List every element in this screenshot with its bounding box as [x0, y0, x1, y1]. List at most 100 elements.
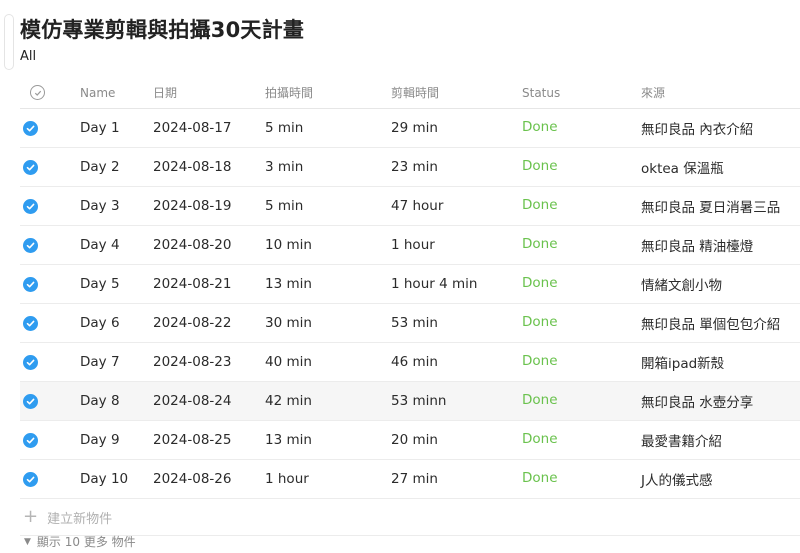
table-row[interactable]: Day 9 2024-08-25 13 min 20 min Done 最愛書籍介紹: [20, 421, 800, 460]
row-name[interactable]: Day 1: [80, 120, 120, 136]
status-badge[interactable]: Done: [522, 431, 558, 447]
row-checkbox[interactable]: [23, 237, 38, 253]
row-shoot-time[interactable]: 10 min: [265, 237, 312, 253]
row-edit-time[interactable]: 1 hour: [391, 237, 435, 253]
row-source[interactable]: 無印良品 精油檯燈: [641, 235, 753, 255]
row-shoot-time[interactable]: 5 min: [265, 198, 303, 214]
row-shoot-time[interactable]: 1 hour: [265, 471, 309, 487]
row-date[interactable]: 2024-08-19: [153, 198, 231, 214]
table-row[interactable]: Day 10 2024-08-26 1 hour 27 min Done J人的儀式感: [20, 460, 800, 499]
row-source[interactable]: 無印良品 夏日消暑三品: [641, 196, 780, 216]
status-badge[interactable]: Done: [522, 353, 558, 369]
row-edit-time[interactable]: 20 min: [391, 432, 438, 448]
row-name[interactable]: Day 2: [80, 159, 120, 175]
row-name[interactable]: Day 8: [80, 393, 120, 409]
row-name[interactable]: Day 7: [80, 354, 120, 370]
status-badge[interactable]: Done: [522, 470, 558, 486]
row-source[interactable]: 無印良品 內衣介紹: [641, 118, 753, 138]
row-name[interactable]: Day 10: [80, 471, 128, 487]
row-edit-time[interactable]: 47 hour: [391, 198, 443, 214]
check-circle-icon: [23, 471, 38, 487]
status-badge[interactable]: Done: [522, 275, 558, 291]
column-header-date[interactable]: 日期: [153, 84, 177, 101]
row-edit-time[interactable]: 29 min: [391, 120, 438, 136]
check-circle-icon: [23, 237, 38, 253]
plus-icon: +: [23, 506, 39, 527]
table-row[interactable]: Day 8 2024-08-24 42 min 53 minn Done 無印良品 水壺分…: [20, 382, 800, 421]
row-checkbox[interactable]: [23, 198, 38, 214]
row-edit-time[interactable]: 23 min: [391, 159, 438, 175]
row-checkbox[interactable]: [23, 432, 38, 448]
table-row[interactable]: Day 2 2024-08-18 3 min 23 min Done oktea 保溫瓶: [20, 148, 800, 187]
row-name[interactable]: Day 9: [80, 432, 120, 448]
row-date[interactable]: 2024-08-17: [153, 120, 231, 136]
table-row[interactable]: Day 1 2024-08-17 5 min 29 min Done 無印良品 內衣介紹: [20, 109, 800, 148]
chevron-down-icon: ▼: [24, 536, 31, 547]
row-shoot-time[interactable]: 42 min: [265, 393, 312, 409]
row-source[interactable]: 情緒文創小物: [641, 274, 722, 294]
row-checkbox[interactable]: [23, 393, 38, 409]
row-edit-time[interactable]: 53 minn: [391, 393, 446, 409]
row-source[interactable]: J人的儀式感: [641, 469, 712, 489]
row-date[interactable]: 2024-08-26: [153, 471, 231, 487]
row-edit-time[interactable]: 46 min: [391, 354, 438, 370]
row-edit-time[interactable]: 53 min: [391, 315, 438, 331]
status-badge[interactable]: Done: [522, 392, 558, 408]
table-row[interactable]: Day 5 2024-08-21 13 min 1 hour 4 min Done 情緒文…: [20, 265, 800, 304]
row-date[interactable]: 2024-08-20: [153, 237, 231, 253]
status-badge[interactable]: Done: [522, 236, 558, 252]
row-source[interactable]: 無印良品 單個包包介紹: [641, 313, 780, 333]
row-edit-time[interactable]: 1 hour 4 min: [391, 276, 477, 292]
row-source[interactable]: 開箱ipad新殼: [641, 352, 724, 372]
table-row[interactable]: Day 6 2024-08-22 30 min 53 min Done 無印良品 單個包包…: [20, 304, 800, 343]
row-shoot-time[interactable]: 40 min: [265, 354, 312, 370]
table-row[interactable]: Day 4 2024-08-20 10 min 1 hour Done 無印良品 精油檯燈: [20, 226, 800, 265]
check-circle-icon: [23, 393, 38, 409]
row-date[interactable]: 2024-08-22: [153, 315, 231, 331]
column-header-source[interactable]: 來源: [641, 84, 665, 101]
row-date[interactable]: 2024-08-18: [153, 159, 231, 175]
row-source[interactable]: 無印良品 水壺分享: [641, 391, 753, 411]
row-shoot-time[interactable]: 13 min: [265, 432, 312, 448]
row-name[interactable]: Day 3: [80, 198, 120, 214]
table-row[interactable]: Day 3 2024-08-19 5 min 47 hour Done 無印良品 夏日消暑…: [20, 187, 800, 226]
column-header-status[interactable]: Status: [522, 86, 560, 100]
new-item-button[interactable]: + 建立新物件: [20, 499, 800, 536]
row-checkbox[interactable]: [23, 354, 38, 370]
check-circle-icon: [23, 354, 38, 370]
row-name[interactable]: Day 5: [80, 276, 120, 292]
row-source[interactable]: oktea 保溫瓶: [641, 157, 724, 177]
show-more-label: 顯示 10 更多 物件: [36, 535, 136, 549]
check-circle-icon: [23, 315, 38, 331]
row-date[interactable]: 2024-08-23: [153, 354, 231, 370]
row-date[interactable]: 2024-08-25: [153, 432, 231, 448]
status-badge[interactable]: Done: [522, 119, 558, 135]
column-header-edit-time[interactable]: 剪輯時間: [391, 84, 439, 101]
select-all-checkbox[interactable]: [30, 85, 45, 100]
database-table: Name 日期 拍攝時間 剪輯時間 Status 來源 Day 1 2024-08…: [20, 77, 800, 536]
column-header-name[interactable]: Name: [80, 86, 115, 100]
show-more-button[interactable]: ▼ 顯示 10 更多 物件: [24, 533, 136, 550]
row-date[interactable]: 2024-08-21: [153, 276, 231, 292]
row-checkbox[interactable]: [23, 120, 38, 136]
status-badge[interactable]: Done: [522, 314, 558, 330]
column-header-shoot-time[interactable]: 拍攝時間: [265, 84, 313, 101]
row-shoot-time[interactable]: 30 min: [265, 315, 312, 331]
status-badge[interactable]: Done: [522, 197, 558, 213]
row-shoot-time[interactable]: 3 min: [265, 159, 303, 175]
row-date[interactable]: 2024-08-24: [153, 393, 231, 409]
row-edit-time[interactable]: 27 min: [391, 471, 438, 487]
row-name[interactable]: Day 6: [80, 315, 120, 331]
row-source[interactable]: 最愛書籍介紹: [641, 430, 722, 450]
row-shoot-time[interactable]: 13 min: [265, 276, 312, 292]
row-shoot-time[interactable]: 5 min: [265, 120, 303, 136]
status-badge[interactable]: Done: [522, 158, 558, 174]
sidebar-handle[interactable]: [4, 14, 14, 70]
row-checkbox[interactable]: [23, 276, 38, 292]
row-name[interactable]: Day 4: [80, 237, 120, 253]
row-checkbox[interactable]: [23, 159, 38, 175]
row-checkbox[interactable]: [23, 471, 38, 487]
view-tab-all[interactable]: All: [20, 49, 36, 64]
row-checkbox[interactable]: [23, 315, 38, 331]
table-row[interactable]: Day 7 2024-08-23 40 min 46 min Done 開箱ipad新殼: [20, 343, 800, 382]
